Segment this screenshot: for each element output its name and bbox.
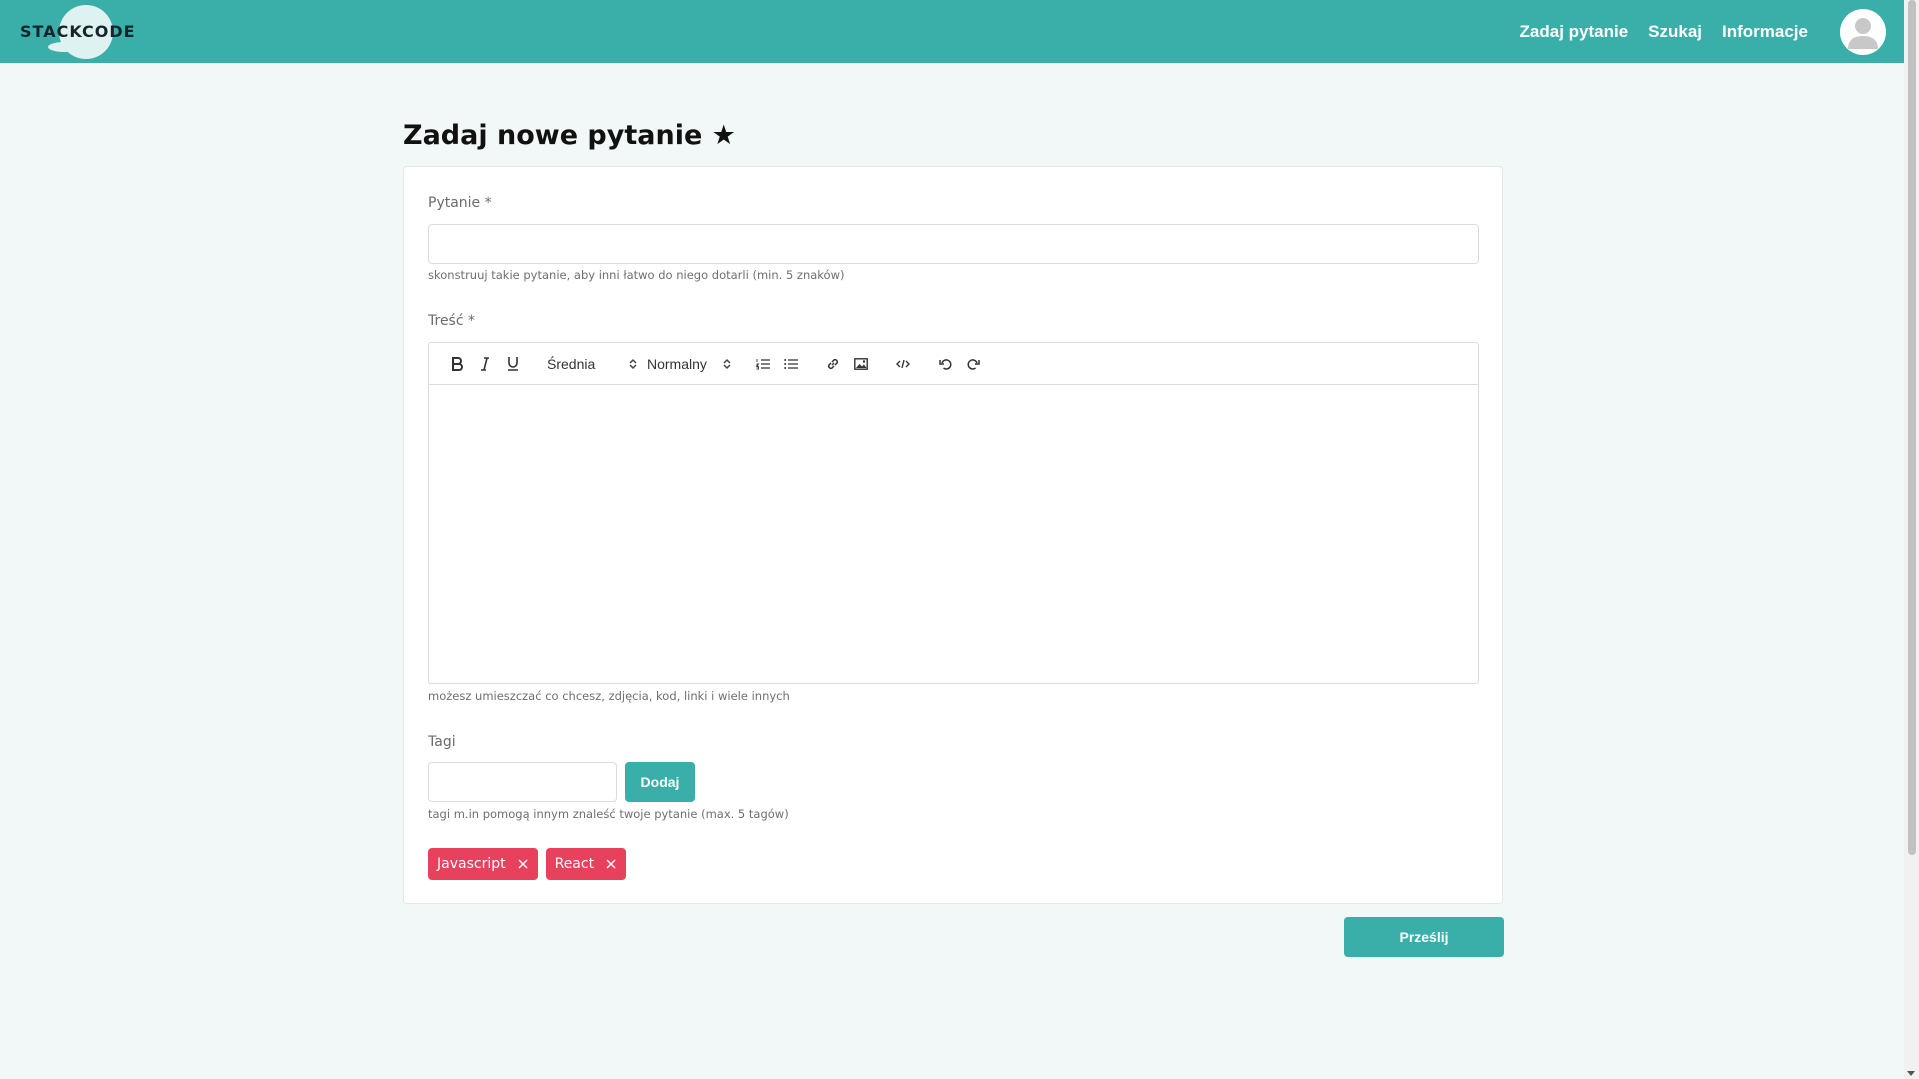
tag-list: Javascript React [428, 848, 634, 880]
redo-button[interactable] [959, 352, 987, 376]
font-size-value: Średnia [547, 355, 596, 372]
tag-chip: React [545, 848, 627, 880]
italic-icon [481, 356, 489, 371]
bold-button[interactable] [443, 352, 471, 376]
vertical-scrollbar[interactable] [1904, 0, 1919, 1079]
remove-tag-icon[interactable] [518, 859, 528, 869]
logo-text: STACKCODE [20, 22, 136, 41]
add-tag-button[interactable]: Dodaj [625, 762, 695, 802]
image-button[interactable] [847, 352, 875, 376]
content-label: Treść * [428, 313, 475, 329]
bold-icon [452, 356, 463, 371]
underline-icon [508, 357, 518, 371]
code-icon [896, 359, 910, 368]
rich-text-editor: Średnia Normalny [428, 342, 1479, 684]
select-arrows-icon [629, 358, 637, 369]
nav-search[interactable]: Szukaj [1648, 22, 1702, 42]
underline-button[interactable] [499, 352, 527, 376]
undo-button[interactable] [931, 352, 959, 376]
link-button[interactable] [819, 352, 847, 376]
question-label: Pytanie * [428, 195, 492, 211]
text-format-value: Normalny [647, 355, 707, 372]
scrollbar-thumb[interactable] [1908, 0, 1916, 855]
tags-input[interactable] [428, 762, 617, 802]
nav-info[interactable]: Informacje [1722, 22, 1808, 42]
select-arrows-icon [723, 358, 731, 369]
ordered-list-icon [756, 358, 770, 369]
editor-toolbar: Średnia Normalny [429, 343, 1478, 385]
tags-label: Tagi [428, 734, 456, 750]
nav-ask-question[interactable]: Zadaj pytanie [1520, 22, 1629, 42]
text-format-select[interactable]: Normalny [641, 352, 731, 376]
link-icon [827, 358, 839, 369]
remove-tag-icon[interactable] [606, 859, 616, 869]
ordered-list-button[interactable] [749, 352, 777, 376]
user-silhouette-icon [1848, 17, 1878, 49]
question-hint: skonstruuj takie pytanie, aby inni łatwo… [428, 268, 845, 282]
undo-icon [938, 358, 951, 370]
italic-button[interactable] [471, 352, 499, 376]
tag-chip: Javascript [428, 848, 538, 880]
editor-content-area[interactable] [429, 385, 1478, 683]
redo-icon [967, 358, 980, 370]
submit-button[interactable]: Prześlij [1344, 917, 1504, 957]
code-button[interactable] [889, 352, 917, 376]
bullet-list-icon [784, 358, 798, 369]
scroll-down-arrow-icon[interactable] [1907, 1071, 1915, 1076]
image-icon [854, 357, 868, 370]
bullet-list-button[interactable] [777, 352, 805, 376]
font-size-select[interactable]: Średnia [541, 352, 637, 376]
user-avatar[interactable] [1840, 8, 1886, 55]
page-title: Zadaj nowe pytanie ★ [403, 120, 736, 151]
main-nav: Zadaj pytanie Szukaj Informacje [1520, 8, 1886, 55]
question-input[interactable] [428, 224, 1479, 264]
question-form-card: Pytanie * skonstruuj takie pytanie, aby … [403, 166, 1503, 904]
tag-label: React [554, 856, 595, 872]
tags-hint: tagi m.in pomogą innym znaleść twoje pyt… [428, 807, 789, 821]
top-navbar: STACKCODE Zadaj pytanie Szukaj Informacj… [0, 0, 1904, 63]
tag-label: Javascript [437, 856, 506, 872]
content-hint: możesz umieszczać co chcesz, zdjęcia, ko… [428, 689, 790, 703]
stackcode-logo[interactable]: STACKCODE [20, 0, 136, 63]
